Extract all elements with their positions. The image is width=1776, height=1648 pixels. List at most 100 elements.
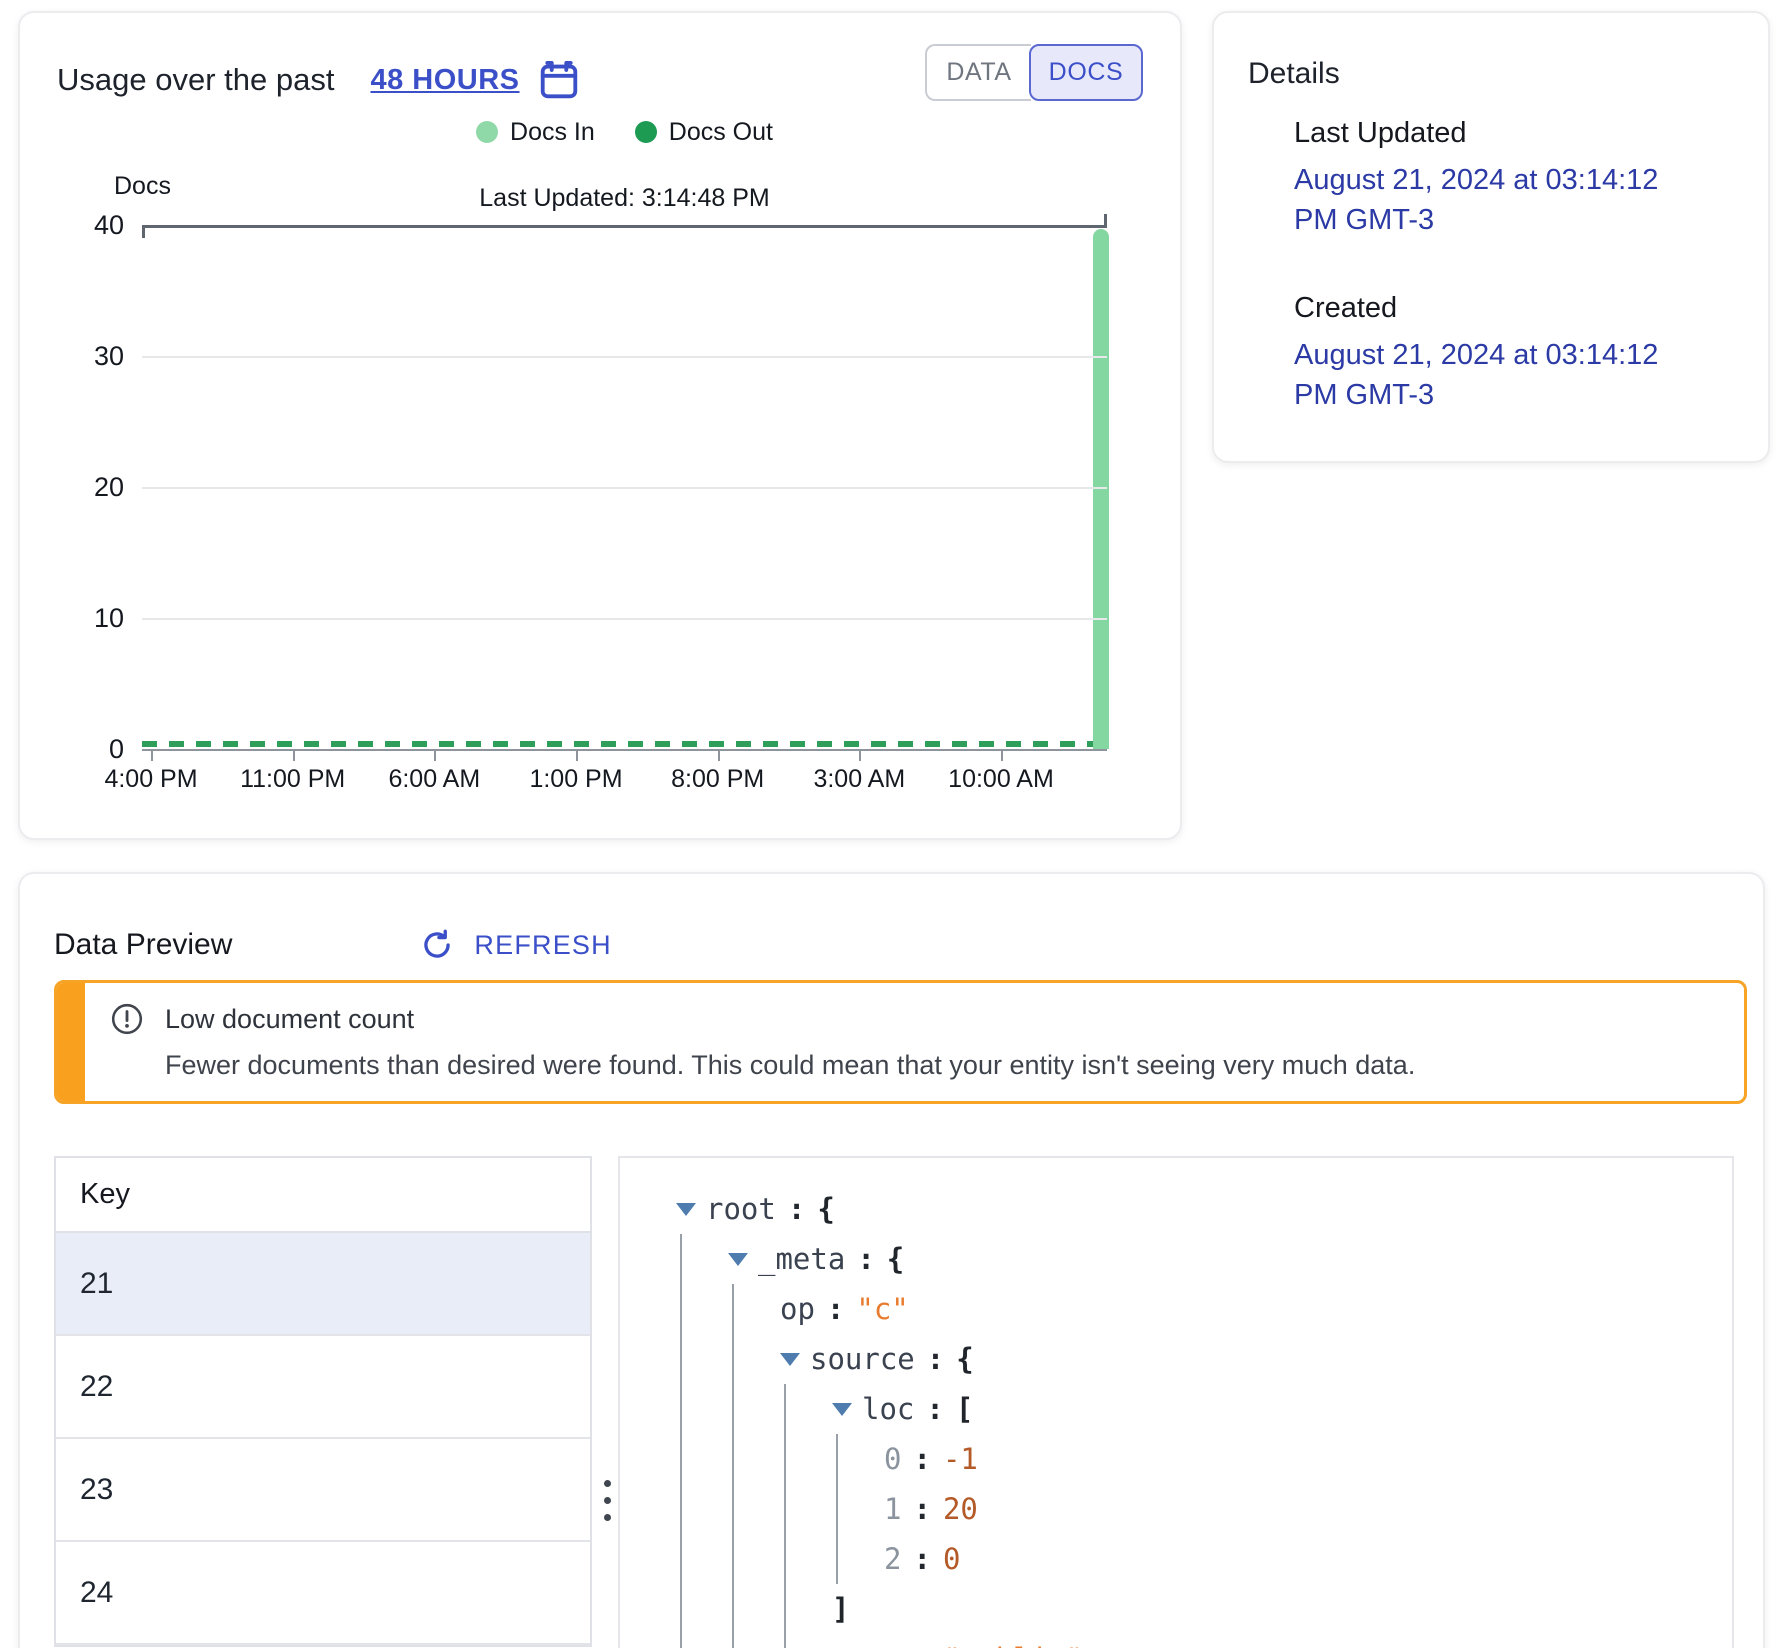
legend-label: Docs Out (669, 118, 773, 147)
details-field-value: August 21, 2024 at 03:14:12 PM GMT-3 (1294, 160, 1704, 240)
legend-dot (635, 121, 657, 143)
x-tick-label: 8:00 PM (671, 765, 764, 794)
warning-content: Low document count Fewer documents than … (85, 983, 1415, 1101)
table-row[interactable]: 21 (56, 1233, 590, 1336)
collapse-arrow-icon[interactable] (832, 1403, 862, 1416)
indent-guide (728, 1284, 780, 1334)
json-key: _meta (758, 1242, 845, 1276)
legend-label: Docs In (510, 118, 595, 147)
refresh-icon (418, 926, 456, 964)
json-tree-line: source: { (620, 1334, 1732, 1384)
indent-guide (676, 1384, 728, 1434)
key-value-separator: : (827, 1292, 844, 1326)
indent-guide (780, 1634, 832, 1648)
indent-guide (832, 1534, 884, 1584)
details-field-value: August 21, 2024 at 03:14:12 PM GMT-3 (1294, 335, 1704, 415)
open-bracket: { (956, 1342, 973, 1376)
json-tree-line: name: "public" (620, 1634, 1732, 1648)
gridline (142, 225, 1107, 228)
x-tick (293, 750, 295, 761)
x-tick-label: 4:00 PM (104, 765, 197, 794)
details-field: Last Updated August 21, 2024 at 03:14:12 … (1294, 117, 1734, 240)
x-tick (151, 750, 153, 761)
refresh-label: REFRESH (474, 930, 611, 961)
json-key: 2 (884, 1542, 901, 1576)
json-key: source (810, 1342, 915, 1376)
collapse-arrow-icon[interactable] (676, 1203, 706, 1216)
legend-item[interactable]: Docs Out (635, 118, 773, 147)
warning-banner: Low document count Fewer documents than … (54, 980, 1747, 1104)
y-tick-label: 20 (52, 471, 124, 503)
json-key: loc (862, 1392, 914, 1426)
table-row[interactable]: 23 (56, 1439, 590, 1542)
data-preview-card: Data Preview REFRESH (18, 872, 1765, 1648)
x-tick (576, 750, 578, 761)
collapse-arrow-icon[interactable] (728, 1253, 758, 1266)
json-value: 0 (943, 1542, 960, 1576)
y-tick-label: 10 (52, 602, 124, 634)
chart-title: Last Updated: 3:14:48 PM (142, 183, 1107, 213)
key-value-separator: : (913, 1542, 930, 1576)
json-value: "public" (943, 1642, 1083, 1648)
docs-toggle-button[interactable]: DOCS (1029, 44, 1143, 101)
time-range-link[interactable]: 48 HOURS (370, 64, 519, 97)
indent-guide (780, 1484, 832, 1534)
json-tree-panel: root:{_meta:{op:"c"source:{loc:[0:-11:20… (618, 1156, 1734, 1648)
indent-guide (780, 1534, 832, 1584)
indent-guide (728, 1484, 780, 1534)
warning-accent-bar (57, 983, 85, 1101)
details-fields: Last Updated August 21, 2024 at 03:14:12 … (1294, 117, 1734, 415)
json-tree-line: op: "c" (620, 1284, 1732, 1334)
details-card: Details Last Updated August 21, 2024 at 0… (1212, 11, 1770, 463)
json-key: root (706, 1192, 776, 1226)
x-tick-label: 10:00 AM (948, 765, 1054, 794)
x-tick-label: 1:00 PM (529, 765, 622, 794)
json-key: name (832, 1642, 902, 1648)
calendar-range-icon[interactable] (536, 57, 582, 103)
indent-guide (728, 1384, 780, 1434)
key-table-body: 21222324 (56, 1233, 590, 1645)
data-toggle-button[interactable]: DATA (925, 44, 1031, 101)
warning-title: Low document count (165, 1004, 414, 1035)
indent-guide (676, 1334, 728, 1384)
legend-item[interactable]: Docs In (476, 118, 595, 147)
key-value-separator: : (914, 1642, 931, 1648)
data-docs-toggle: DATA DOCS (925, 44, 1143, 101)
indent-guide (780, 1584, 832, 1634)
indent-guide (832, 1434, 884, 1484)
key-value-separator: : (913, 1442, 930, 1476)
x-tick (434, 750, 436, 761)
details-field-label: Created (1294, 292, 1734, 325)
collapse-arrow-icon[interactable] (780, 1353, 810, 1366)
details-title: Details (1248, 57, 1340, 91)
json-tree-line: loc: [ (620, 1384, 1732, 1434)
json-tree-line: _meta:{ (620, 1234, 1732, 1284)
json-key: op (780, 1292, 815, 1326)
table-row[interactable]: 24 (56, 1542, 590, 1645)
key-value-separator: : (927, 1342, 944, 1376)
gridline (142, 749, 1107, 751)
json-value: "c" (856, 1292, 908, 1326)
key-value-separator: : (857, 1242, 874, 1276)
gridline (142, 618, 1107, 620)
json-key: 1 (884, 1492, 901, 1526)
panel-resize-handle[interactable] (598, 1474, 617, 1527)
x-tick (859, 750, 861, 761)
y-tick-label: 40 (52, 209, 124, 241)
key-value-separator: : (926, 1392, 943, 1426)
indent-guide (728, 1434, 780, 1484)
indent-guide (832, 1484, 884, 1534)
y-tick-label: 0 (52, 733, 124, 765)
table-row[interactable]: 22 (56, 1336, 590, 1439)
gridline (142, 356, 1107, 358)
json-tree-line: ] (620, 1584, 1732, 1634)
refresh-button[interactable]: REFRESH (418, 926, 611, 964)
docs-in-bar (1093, 229, 1109, 749)
json-tree-line: 0:-1 (620, 1434, 1732, 1484)
y-tick-label: 30 (52, 340, 124, 372)
open-bracket: [ (956, 1392, 973, 1426)
json-value: 20 (943, 1492, 978, 1526)
legend-dot (476, 121, 498, 143)
indent-guide (728, 1534, 780, 1584)
details-field-label: Last Updated (1294, 117, 1734, 150)
